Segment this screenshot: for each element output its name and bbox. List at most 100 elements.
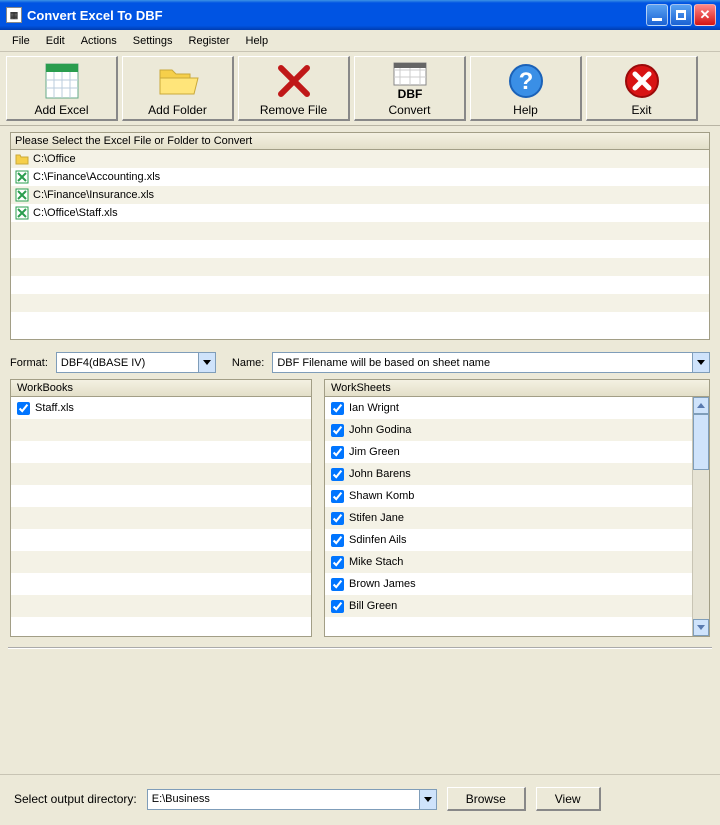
file-row-xls[interactable]: C:\Office\Staff.xls: [11, 204, 709, 222]
worksheet-item[interactable]: Mike Stach: [325, 551, 692, 573]
browse-button[interactable]: Browse: [447, 787, 526, 811]
exit-icon: [620, 61, 664, 101]
convert-button[interactable]: DBF Convert: [354, 56, 466, 121]
view-button[interactable]: View: [536, 787, 601, 811]
separator: [8, 647, 712, 649]
format-combo[interactable]: DBF4(dBASE IV): [56, 352, 216, 373]
workbooks-header: WorkBooks: [10, 379, 312, 397]
worksheet-item[interactable]: Shawn Komb: [325, 485, 692, 507]
xls-icon: [15, 206, 29, 220]
output-dir-value: E:\Business: [148, 793, 419, 805]
output-bar: Select output directory: E:\Business Bro…: [0, 774, 720, 825]
workbook-name: Staff.xls: [35, 402, 74, 414]
add-folder-button[interactable]: Add Folder: [122, 56, 234, 121]
help-button[interactable]: ? Help: [470, 56, 582, 121]
worksheet-checkbox[interactable]: [331, 534, 344, 547]
folder-icon: [15, 152, 29, 166]
worksheet-checkbox[interactable]: [331, 578, 344, 591]
worksheet-name: Sdinfen Ails: [349, 534, 406, 546]
menu-edit[interactable]: Edit: [38, 33, 73, 49]
scroll-thumb[interactable]: [693, 414, 709, 470]
name-value: DBF Filename will be based on sheet name: [273, 357, 692, 369]
file-path: C:\Office\Staff.xls: [33, 207, 118, 219]
output-dir-combo[interactable]: E:\Business: [147, 789, 437, 810]
workbook-item[interactable]: Staff.xls: [11, 397, 311, 419]
output-dir-label: Select output directory:: [14, 792, 137, 806]
worksheet-item[interactable]: Bill Green: [325, 595, 692, 617]
folder-open-icon: [156, 61, 200, 101]
worksheet-checkbox[interactable]: [331, 600, 344, 613]
worksheet-name: Shawn Komb: [349, 490, 414, 502]
worksheet-name: Mike Stach: [349, 556, 403, 568]
worksheets-header: WorkSheets: [324, 379, 710, 397]
scroll-up-button[interactable]: [693, 397, 709, 414]
workbooks-list[interactable]: Staff.xls: [10, 397, 312, 637]
chevron-down-icon[interactable]: [198, 353, 215, 372]
help-label: Help: [513, 103, 538, 117]
add-excel-label: Add Excel: [34, 103, 88, 117]
exit-button[interactable]: Exit: [586, 56, 698, 121]
add-folder-label: Add Folder: [148, 103, 207, 117]
worksheet-item[interactable]: John Barens: [325, 463, 692, 485]
worksheet-item[interactable]: Ian Wrignt: [325, 397, 692, 419]
menu-file[interactable]: File: [4, 33, 38, 49]
svg-text:DBF: DBF: [397, 87, 422, 101]
chevron-down-icon[interactable]: [692, 353, 709, 372]
add-excel-button[interactable]: Add Excel: [6, 56, 118, 121]
maximize-button[interactable]: [670, 4, 692, 26]
file-row-xls[interactable]: C:\Finance\Insurance.xls: [11, 186, 709, 204]
minimize-button[interactable]: [646, 4, 668, 26]
file-path: C:\Finance\Insurance.xls: [33, 189, 154, 201]
name-label: Name:: [232, 357, 264, 369]
menu-register[interactable]: Register: [181, 33, 238, 49]
file-list[interactable]: C:\Office C:\Finance\Accounting.xls C:\F…: [10, 150, 710, 340]
menu-actions[interactable]: Actions: [73, 33, 125, 49]
close-button[interactable]: ✕: [694, 4, 716, 26]
worksheet-checkbox[interactable]: [331, 468, 344, 481]
exit-label: Exit: [631, 103, 651, 117]
file-row-folder[interactable]: C:\Office: [11, 150, 709, 168]
worksheet-item[interactable]: John Godina: [325, 419, 692, 441]
excel-sheet-icon: [40, 61, 84, 101]
worksheet-checkbox[interactable]: [331, 556, 344, 569]
convert-label: Convert: [388, 103, 430, 117]
xls-icon: [15, 188, 29, 202]
dbf-icon: DBF: [388, 61, 432, 101]
worksheet-checkbox[interactable]: [331, 424, 344, 437]
name-combo[interactable]: DBF Filename will be based on sheet name: [272, 352, 710, 373]
worksheet-checkbox[interactable]: [331, 402, 344, 415]
toolbar: Add Excel Add Folder Remove File DBF Con…: [0, 52, 720, 126]
window-title: Convert Excel To DBF: [27, 8, 163, 23]
scrollbar[interactable]: [692, 397, 709, 636]
menu-settings[interactable]: Settings: [125, 33, 181, 49]
menu-help[interactable]: Help: [238, 33, 277, 49]
chevron-down-icon[interactable]: [419, 790, 436, 809]
svg-text:?: ?: [518, 68, 533, 95]
worksheet-checkbox[interactable]: [331, 446, 344, 459]
worksheet-checkbox[interactable]: [331, 490, 344, 503]
worksheet-item[interactable]: Jim Green: [325, 441, 692, 463]
scroll-down-button[interactable]: [693, 619, 709, 636]
file-path: C:\Office: [33, 153, 76, 165]
remove-file-label: Remove File: [260, 103, 327, 117]
worksheet-checkbox[interactable]: [331, 512, 344, 525]
titlebar: ▦ Convert Excel To DBF ✕: [0, 0, 720, 30]
worksheet-name: Ian Wrignt: [349, 402, 399, 414]
app-icon: ▦: [6, 7, 22, 23]
worksheet-name: Brown James: [349, 578, 416, 590]
worksheet-name: Bill Green: [349, 600, 397, 612]
menubar: File Edit Actions Settings Register Help: [0, 30, 720, 52]
worksheets-list[interactable]: Ian Wrignt John Godina Jim Green John Baren…: [324, 397, 710, 637]
format-value: DBF4(dBASE IV): [57, 357, 198, 369]
workbook-checkbox[interactable]: [17, 402, 30, 415]
remove-file-button[interactable]: Remove File: [238, 56, 350, 121]
worksheet-item[interactable]: Sdinfen Ails: [325, 529, 692, 551]
x-icon: [272, 61, 316, 101]
help-icon: ?: [504, 61, 548, 101]
worksheet-name: John Barens: [349, 468, 411, 480]
file-row-xls[interactable]: C:\Finance\Accounting.xls: [11, 168, 709, 186]
format-label: Format:: [10, 357, 48, 369]
worksheet-item[interactable]: Brown James: [325, 573, 692, 595]
worksheet-item[interactable]: Stifen Jane: [325, 507, 692, 529]
worksheet-name: Jim Green: [349, 446, 400, 458]
